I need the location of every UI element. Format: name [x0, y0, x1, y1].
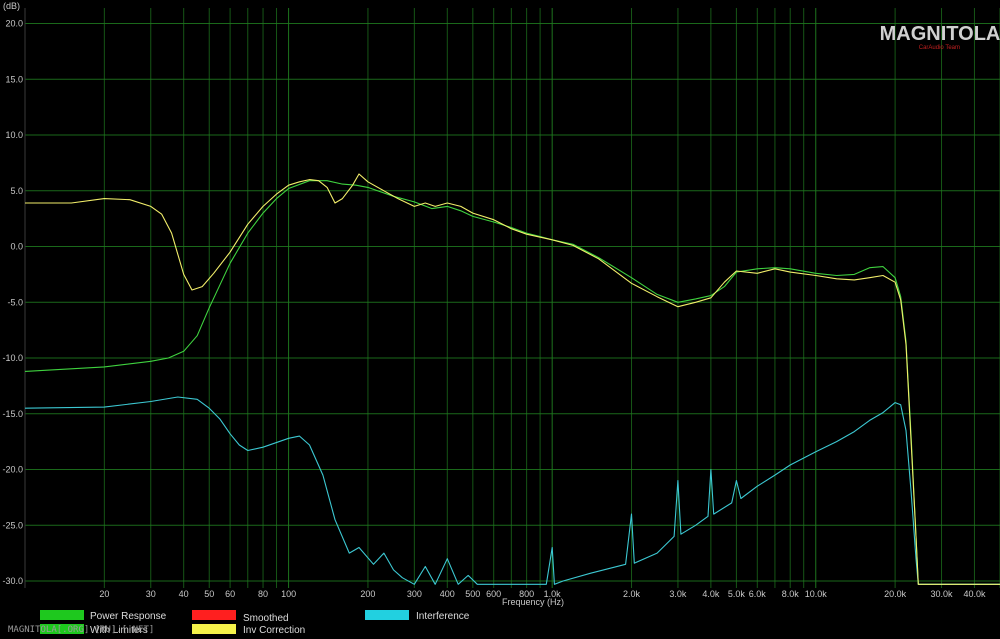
x-tick-label: 40.0k: [963, 589, 986, 599]
x-tick-label: 10.0k: [805, 589, 828, 599]
legend-label-interference: Interference: [416, 611, 470, 622]
x-tick-label: 4.0k: [702, 589, 720, 599]
x-tick-label: 600: [486, 589, 501, 599]
y-tick-label: -10.0: [2, 353, 23, 363]
x-axis-label: Frequency (Hz): [502, 597, 564, 607]
x-tick-label: 500: [465, 589, 480, 599]
x-tick-label: 8.0k: [782, 589, 800, 599]
y-tick-label: 5.0: [10, 186, 23, 196]
x-tick-label: 200: [360, 589, 375, 599]
legend-swatch-interference: [365, 610, 409, 620]
x-tick-label: 5.0k: [728, 589, 746, 599]
logo-text: MAGNITOLA: [880, 23, 1000, 45]
y-tick-label: 0.0: [10, 242, 23, 252]
x-tick-label: 300: [407, 589, 422, 599]
x-tick-label: 30: [146, 589, 156, 599]
x-tick-label: 60: [225, 589, 235, 599]
legend-label-inv-correction: Inv Correction: [243, 625, 305, 636]
x-tick-label: 40: [179, 589, 189, 599]
y-tick-label: -5.0: [7, 297, 23, 307]
legend-swatch-power-response: [40, 610, 84, 620]
y-tick-label: -30.0: [2, 576, 23, 586]
chart-background: [0, 0, 1000, 639]
y-unit-label: (dB): [3, 1, 20, 11]
y-tick-label: -15.0: [2, 409, 23, 419]
x-tick-label: 100: [281, 589, 296, 599]
x-tick-label: 2.0k: [623, 589, 641, 599]
y-tick-label: 15.0: [5, 74, 23, 84]
watermark: MAGNITOLA[.ORG].[RU].[.NET]: [8, 625, 154, 635]
y-tick-label: -25.0: [2, 520, 23, 530]
y-tick-label: -20.0: [2, 465, 23, 475]
x-tick-label: 6.0k: [749, 589, 767, 599]
x-tick-label: 400: [440, 589, 455, 599]
y-tick-label: 10.0: [5, 130, 23, 140]
x-tick-label: 3.0k: [669, 589, 687, 599]
y-tick-label: 20.0: [5, 19, 23, 29]
logo-subtitle: CarAudio Team: [919, 45, 960, 51]
x-tick-label: 20: [99, 589, 109, 599]
legend-swatch-smoothed: [192, 610, 236, 620]
x-tick-label: 20.0k: [884, 589, 907, 599]
legend-label-smoothed: Smoothed: [243, 613, 289, 624]
x-tick-label: 50: [204, 589, 214, 599]
x-tick-label: 30.0k: [931, 589, 954, 599]
frequency-response-chart: 20.0 15.0 10.0 5.0 0.0 -5.0 -10.0 -15.0 -20.0 -25…: [0, 0, 1000, 639]
legend-label-power-response: Power Response: [90, 611, 167, 622]
x-tick-label: 80: [258, 589, 268, 599]
legend-swatch-inv-correction: [192, 624, 236, 634]
